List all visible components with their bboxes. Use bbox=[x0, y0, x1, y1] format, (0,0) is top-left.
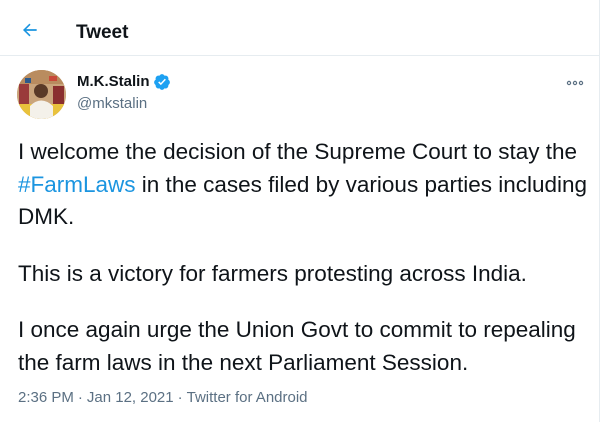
tweet-paragraph-3: I once again urge the Union Govt to comm… bbox=[18, 317, 576, 375]
tweet-paragraph-2: This is a victory for farmers protesting… bbox=[18, 260, 527, 286]
page-title: Tweet bbox=[76, 22, 129, 43]
more-options-icon bbox=[566, 80, 584, 86]
meta-separator: · bbox=[177, 389, 183, 406]
more-options-button[interactable] bbox=[562, 72, 588, 94]
tweet-metadata: 2:36 PM · Jan 12, 2021 · Twitter for Android bbox=[18, 389, 308, 407]
avatar[interactable] bbox=[17, 70, 66, 119]
author-name[interactable]: M.K.Stalin bbox=[77, 73, 150, 91]
author-name-row[interactable]: M.K.Stalin bbox=[77, 73, 171, 91]
author-handle[interactable]: @mkstalin bbox=[77, 95, 147, 113]
page-header: Tweet bbox=[0, 0, 600, 56]
tweet-source-link[interactable]: Twitter for Android bbox=[187, 389, 308, 406]
tweet-text: I welcome the decision of the Supreme Co… bbox=[18, 136, 588, 379]
back-arrow-icon bbox=[23, 23, 37, 37]
tweet-view: Tweet M.K.Stalin @mkstalin I welcome the… bbox=[0, 0, 600, 422]
verified-badge-icon bbox=[153, 73, 171, 91]
tweet-time[interactable]: 2:36 PM bbox=[18, 389, 74, 406]
tweet-date[interactable]: Jan 12, 2021 bbox=[87, 389, 174, 406]
back-button[interactable] bbox=[14, 14, 46, 46]
hashtag-link[interactable]: #FarmLaws bbox=[18, 172, 136, 197]
tweet-paragraph-1: I welcome the decision of the Supreme Co… bbox=[18, 136, 588, 234]
meta-separator: · bbox=[77, 389, 83, 406]
avatar-photo bbox=[17, 70, 66, 119]
tweet-text-segment: I welcome the decision of the Supreme Co… bbox=[18, 139, 578, 164]
